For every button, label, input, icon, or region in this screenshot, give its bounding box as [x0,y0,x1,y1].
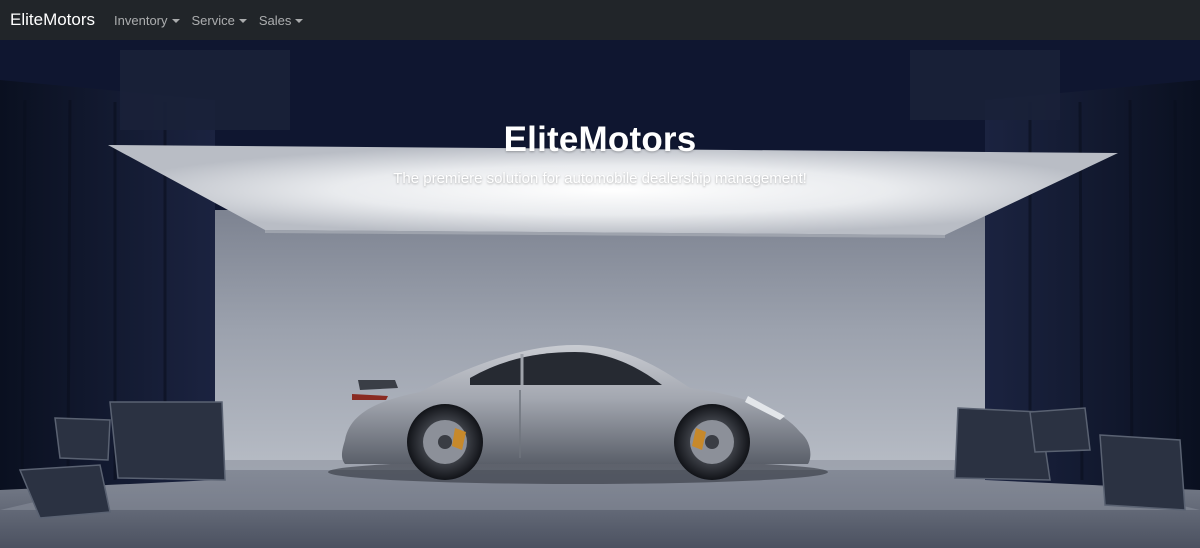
hero-subtitle: The premiere solution for automobile dea… [393,170,807,187]
caret-down-icon [295,18,304,23]
top-navbar: EliteMotors Inventory Service Sales [0,0,1200,40]
brand-link[interactable]: EliteMotors [10,10,95,30]
caret-down-icon [238,18,247,23]
nav-dropdown-service[interactable]: Service [192,13,247,28]
nav-label-service: Service [191,12,235,28]
nav-label-sales: Sales [258,12,292,28]
nav-dropdown-inventory[interactable]: Inventory [114,12,180,28]
hero-title: EliteMotors [503,120,697,159]
nav-dropdown-sales[interactable]: Sales [259,13,304,28]
hero-section: EliteMotors The premiere solution for au… [0,40,1200,548]
hero-background-image [0,40,1200,548]
caret-down-icon [171,18,180,23]
nav-label-inventory: Inventory [114,12,168,28]
